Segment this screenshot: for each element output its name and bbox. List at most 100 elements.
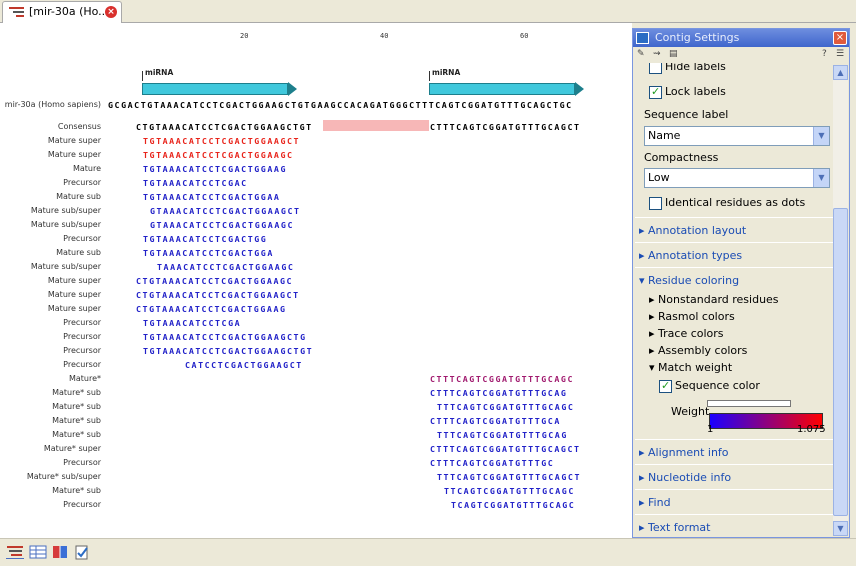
row-label: Mature super — [47, 136, 101, 145]
row-label: Consensus — [57, 122, 101, 131]
annotation-label: miRNA — [145, 68, 174, 77]
read-row[interactable]: Precursor TGTAAACATCCTCGAC — [0, 176, 632, 190]
identical-dots-checkbox[interactable] — [649, 197, 662, 210]
weight-label: Weight — [671, 405, 710, 418]
row-label: Precursor — [63, 318, 101, 327]
help-icon[interactable]: ? — [822, 49, 827, 59]
compactness-select[interactable]: Low ▼ — [644, 168, 830, 188]
read-row[interactable]: Mature* sub TTCAGTCGGATGTTTGCAGC — [0, 484, 632, 498]
row-label: Precursor — [63, 178, 101, 187]
read-row[interactable]: Precursor TGTAAACATCCTCGA — [0, 316, 632, 330]
scroll-thumb[interactable] — [833, 208, 848, 516]
read-row[interactable]: Mature sub TGTAAACATCCTCGACTGGA — [0, 246, 632, 260]
section-annotation-layout[interactable]: ▸ Annotation layout — [639, 224, 746, 237]
rasmol-colors[interactable]: ▸ Rasmol colors — [649, 310, 735, 323]
close-panel-icon[interactable]: × — [833, 31, 847, 45]
read-row[interactable]: Mature super CTGTAAACATCCTCGACTGGAAG — [0, 302, 632, 316]
read-row[interactable]: Precursor TGTAAACATCCTCGACTGG — [0, 232, 632, 246]
read-row[interactable]: Mature* CTTTCAGTCGGATGTTTGCAGC — [0, 372, 632, 386]
read-row[interactable]: Mature super TGTAAACATCCTCGACTGGAAGCT — [0, 134, 632, 148]
assembly-colors[interactable]: ▸ Assembly colors — [649, 344, 747, 357]
section-text-format[interactable]: ▸ Text format — [639, 521, 710, 534]
sequence-text: CATCCTCGACTGGAAGCT — [185, 360, 303, 370]
read-row[interactable]: Precursor TGTAAACATCCTCGACTGGAAGCTG — [0, 330, 632, 344]
ruler-label: 60 — [520, 32, 529, 40]
read-row[interactable]: Mature sub/super GTAAACATCCTCGACTGGAAGCT — [0, 204, 632, 218]
hide-labels-checkbox[interactable] — [649, 63, 662, 74]
menu-icon[interactable]: ☰ — [836, 49, 844, 59]
section-alignment-info[interactable]: ▸ Alignment info — [639, 446, 729, 459]
trace-colors[interactable]: ▸ Trace colors — [649, 327, 724, 340]
row-label: Mature super — [47, 304, 101, 313]
read-row[interactable]: Mature sub TGTAAACATCCTCGACTGGAA — [0, 190, 632, 204]
read-row[interactable]: Mature* sub TTTCAGTCGGATGTTTGCAG — [0, 428, 632, 442]
sequence-label-value: Name — [648, 129, 681, 142]
read-row[interactable]: Mature* sub CTTTCAGTCGGATGTTTGCAG — [0, 386, 632, 400]
weight-min: 1 — [707, 424, 714, 435]
weight-slider[interactable] — [707, 400, 791, 407]
row-label: Mature — [72, 164, 101, 173]
sequence-text: CTGTAAACATCCTCGACTGGAAGC — [136, 276, 294, 286]
section-annotation-types[interactable]: ▸ Annotation types — [639, 249, 742, 262]
divider — [635, 267, 833, 268]
pin-icon[interactable]: ✎ — [637, 49, 645, 59]
read-row[interactable]: Precursor TCAGTCGGATGTTTGCAGC — [0, 498, 632, 512]
sequence-text: TTTCAGTCGGATGTTTGCAGC — [437, 402, 575, 412]
lock-labels-checkbox[interactable] — [649, 85, 662, 99]
lock-labels-label: Lock labels — [665, 85, 726, 98]
alignment-view[interactable]: 20 40 60 miRNA miRNA mir-30a (Homo sapie… — [0, 23, 632, 538]
read-row[interactable]: Mature sub/super GTAAACATCCTCGACTGGAAGC — [0, 218, 632, 232]
compactness-value: Low — [648, 171, 670, 184]
read-row[interactable]: Mature super CTGTAAACATCCTCGACTGGAAGC — [0, 274, 632, 288]
sequence-text: GTAAACATCCTCGACTGGAAGC — [150, 220, 294, 230]
reference-sequence-row[interactable]: mir-30a (Homo sapiens) GCGACTGTAAACATCCTC… — [0, 98, 632, 112]
read-row[interactable]: Precursor CTTTCAGTCGGATGTTTGC — [0, 456, 632, 470]
alignment-view-icon[interactable] — [6, 544, 24, 560]
book-icon[interactable] — [51, 544, 69, 560]
panel-scrollbar[interactable]: ▲ ▼ — [833, 65, 848, 536]
read-row[interactable]: Precursor TGTAAACATCCTCGACTGGAAGCTGT — [0, 344, 632, 358]
save-settings-icon[interactable]: ▤ — [669, 49, 678, 59]
close-tab-icon[interactable]: × — [105, 6, 117, 18]
read-row[interactable]: Mature TGTAAACATCCTCGACTGGAAG — [0, 162, 632, 176]
scroll-up-icon[interactable]: ▲ — [833, 65, 848, 80]
sequence-text: TCAGTCGGATGTTTGCAGC — [451, 500, 576, 510]
nonstandard-residues[interactable]: ▸ Nonstandard residues — [649, 293, 779, 306]
row-label: Mature* — [68, 374, 101, 383]
read-row[interactable]: Mature sub/super TAAACATCCTCGACTGGAAGC — [0, 260, 632, 274]
read-row[interactable]: Precursor CATCCTCGACTGGAAGCT — [0, 358, 632, 372]
sequence-text: CTGTAAACATCCTCGACTGGAAGCT — [136, 290, 300, 300]
read-row[interactable]: Mature* super CTTTCAGTCGGATGTTTGCAGCT — [0, 442, 632, 456]
read-row[interactable]: Mature super CTGTAAACATCCTCGACTGGAAGCT — [0, 288, 632, 302]
row-label: Precursor — [63, 332, 101, 341]
sequence-text: CTTTCAGTCGGATGTTTGCAGCT — [430, 122, 581, 132]
panel-icon — [636, 32, 649, 44]
row-label: Mature* sub — [52, 416, 101, 425]
read-row[interactable]: Mature super TGTAAACATCCTCGACTGGAAGC — [0, 148, 632, 162]
tab-mir-30a[interactable]: [mir-30a (Ho...] × — [2, 1, 122, 23]
chevron-down-icon[interactable]: ▼ — [813, 127, 829, 145]
sequence-color-checkbox[interactable] — [659, 379, 672, 393]
section-nucleotide-info[interactable]: ▸ Nucleotide info — [639, 471, 731, 484]
read-row[interactable]: Mature* sub CTTTCAGTCGGATGTTTGCA — [0, 414, 632, 428]
sequence-text: CTGTAAACATCCTCGACTGGAAGCTGT — [136, 122, 313, 132]
sequence-text: TGTAAACATCCTCGACTGGAA — [143, 192, 281, 202]
section-find[interactable]: ▸ Find — [639, 496, 671, 509]
mirna-annotation-arrow[interactable] — [429, 83, 575, 95]
section-residue-coloring[interactable]: ▾ Residue coloring — [639, 274, 739, 287]
sequence-label-select[interactable]: Name ▼ — [644, 126, 830, 146]
consensus-row[interactable]: Consensus CTGTAAACATCCTCGACTGGAAGCTGT CTTT… — [0, 120, 632, 134]
scroll-down-icon[interactable]: ▼ — [833, 521, 848, 536]
sequence-text: TGTAAACATCCTCGA — [143, 318, 242, 328]
arrow-head — [575, 82, 584, 96]
divider — [635, 464, 833, 465]
read-row[interactable]: Mature* sub/super TTTCAGTCGGATGTTTGCAGCT — [0, 470, 632, 484]
row-label: Mature* sub — [52, 388, 101, 397]
mirna-annotation-arrow[interactable] — [142, 83, 288, 95]
history-icon[interactable] — [73, 544, 91, 560]
read-row[interactable]: Mature* sub TTTCAGTCGGATGTTTGCAGC — [0, 400, 632, 414]
match-weight[interactable]: ▾ Match weight — [649, 361, 732, 374]
link-icon[interactable]: ⇝ — [653, 49, 661, 59]
table-view-icon[interactable] — [29, 544, 47, 560]
chevron-down-icon[interactable]: ▼ — [813, 169, 829, 187]
